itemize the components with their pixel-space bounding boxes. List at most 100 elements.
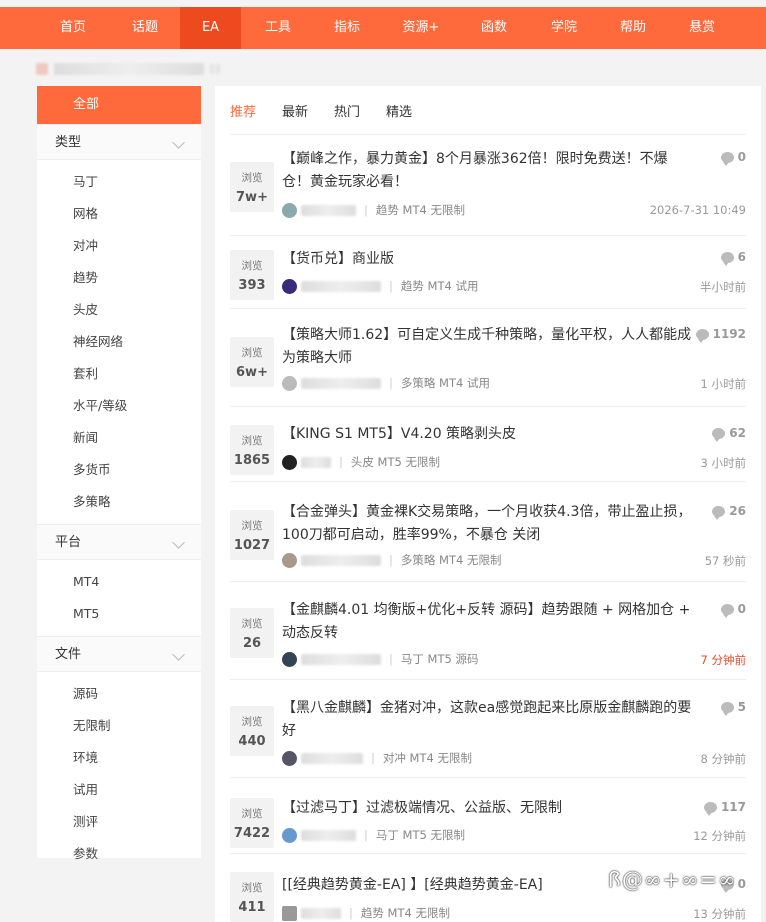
comment-count: 1192 <box>695 327 746 343</box>
username-blurred <box>301 653 381 665</box>
nav-help[interactable]: 帮助 <box>601 7 665 49</box>
tab-hot[interactable]: 热门 <box>334 101 360 120</box>
comment-count-value: 0 <box>737 877 746 891</box>
nav-academy[interactable]: 学院 <box>532 7 596 49</box>
username-blurred <box>301 752 363 764</box>
view-count: 7w+ <box>236 190 268 205</box>
post-item[interactable]: 浏览 440 【黑八金麒麟】金猪对冲，这款ea感觉跑起来比原版金麒麟跑的要好 5… <box>230 680 746 778</box>
view-count: 440 <box>238 734 266 749</box>
comment-count: 0 <box>720 150 746 166</box>
avatar[interactable] <box>282 750 297 766</box>
nav-resources[interactable]: 资源+ <box>384 7 458 49</box>
post-meta: | 头皮 MT5 无限制 <box>282 454 440 470</box>
nav-indicators[interactable]: 指标 <box>315 7 379 49</box>
avatar[interactable] <box>282 827 297 843</box>
meta-divider: | <box>389 553 393 567</box>
post-title[interactable]: 【KING S1 MT5】V4.20 策略剥头皮 <box>282 423 692 446</box>
sidebar-item[interactable]: 源码 <box>37 678 201 710</box>
sidebar-item[interactable]: 头皮 <box>37 294 201 326</box>
avatar[interactable] <box>282 905 297 921</box>
sidebar-item[interactable]: 趋势 <box>37 262 201 294</box>
views-label: 浏览 <box>241 260 263 272</box>
post-item[interactable]: 浏览 1865 【KING S1 MT5】V4.20 策略剥头皮 62 | 头皮… <box>230 407 746 482</box>
post-item[interactable]: 浏览 393 【货币兑】商业版 6 | 趋势 MT4 试用 半小时前 <box>230 236 746 309</box>
watermark-text: ꟗ@∞+∞=∞ <box>608 868 737 892</box>
sidebar-item[interactable]: 测评 <box>37 806 201 838</box>
post-title[interactable]: 【巅峰之作，暴力黄金】8个月暴涨362倍！限时免费送！不爆仓！黄金玩家必看！ <box>282 148 692 194</box>
post-item[interactable]: 浏览 26 【金麒麟4.01 均衡版+优化+反转 源码】趋势跟随 + 网格加仓 … <box>230 582 746 680</box>
post-title[interactable]: 【合金弹头】黄金裸K交易策略，一个月收获4.3倍，带止盈止损，100刀都可启动，… <box>282 501 692 547</box>
tab-featured[interactable]: 精选 <box>386 101 412 120</box>
views-label: 浏览 <box>241 882 263 894</box>
post-meta: | 趋势 MT4 试用 <box>282 278 478 294</box>
post-time: 1 小时前 <box>700 377 746 391</box>
breadcrumb-icon <box>36 63 48 75</box>
sidebar-item[interactable]: 多策略 <box>37 486 201 518</box>
sidebar-item[interactable]: MT5 <box>37 598 201 630</box>
post-title[interactable]: 【货币兑】商业版 <box>282 248 692 271</box>
sidebar-item[interactable]: 试用 <box>37 774 201 806</box>
comment-count: 117 <box>703 800 746 816</box>
avatar[interactable] <box>282 454 297 470</box>
post-title[interactable]: 【金麒麟4.01 均衡版+优化+反转 源码】趋势跟随 + 网格加仓 + 动态反转 <box>282 599 692 645</box>
post-title[interactable]: 【策略大师1.62】可自定义生成千种策略，量化平权，人人都能成为策略大师 <box>282 324 692 370</box>
comment-count-value: 5 <box>737 700 746 714</box>
post-title[interactable]: 【黑八金麒麟】金猪对冲，这款ea感觉跑起来比原版金麒麟跑的要好 <box>282 697 692 743</box>
avatar[interactable] <box>282 202 297 218</box>
nav-functions[interactable]: 函数 <box>462 7 526 49</box>
sidebar-item[interactable]: 套利 <box>37 358 201 390</box>
sidebar-group-files[interactable]: 文件 <box>37 636 201 672</box>
sort-tabs: 推荐 最新 热门 精选 <box>230 86 746 135</box>
post-item[interactable]: 浏览 7422 【过滤马丁】过滤极端情况、公益版、无限制 117 | 马丁 MT… <box>230 778 746 854</box>
post-item[interactable]: 浏览 1027 【合金弹头】黄金裸K交易策略，一个月收获4.3倍，带止盈止损，1… <box>230 482 746 582</box>
nav-home[interactable]: 首页 <box>41 7 105 49</box>
avatar[interactable] <box>282 375 297 391</box>
chevron-down-icon <box>172 648 185 661</box>
sidebar-item[interactable]: 环境 <box>37 742 201 774</box>
views-label: 浏览 <box>241 808 263 820</box>
post-item[interactable]: 浏览 7w+ 【巅峰之作，暴力黄金】8个月暴涨362倍！限时免费送！不爆仓！黄金… <box>230 148 746 236</box>
sidebar-item[interactable]: 网格 <box>37 198 201 230</box>
post-tags: 趋势 MT4 试用 <box>400 279 479 293</box>
view-count-box: 浏览 26 <box>230 608 274 658</box>
post-title[interactable]: 【过滤马丁】过滤极端情况、公益版、无限制 <box>282 797 692 820</box>
view-count: 393 <box>238 278 266 293</box>
sidebar-item[interactable]: 神经网络 <box>37 326 201 358</box>
sidebar-item[interactable]: MT4 <box>37 566 201 598</box>
avatar[interactable] <box>282 552 297 568</box>
comment-count: 6 <box>720 250 746 266</box>
comment-bubble-icon <box>720 151 734 166</box>
nav-tools[interactable]: 工具 <box>246 7 310 49</box>
sidebar-group-platform[interactable]: 平台 <box>37 524 201 560</box>
tab-latest[interactable]: 最新 <box>282 101 308 120</box>
view-count: 411 <box>238 900 266 915</box>
nav-ea[interactable]: EA <box>180 7 241 49</box>
nav-bounty[interactable]: 悬赏 <box>670 7 734 49</box>
post-item[interactable]: 浏览 6w+ 【策略大师1.62】可自定义生成千种策略，量化平权，人人都能成为策… <box>230 309 746 407</box>
nav-topics[interactable]: 话题 <box>113 7 177 49</box>
post-time: 7 分钟前 <box>700 653 746 667</box>
sidebar-group-type[interactable]: 类型 <box>37 124 201 160</box>
sidebar-item[interactable]: 无限制 <box>37 710 201 742</box>
view-count-box: 浏览 7w+ <box>230 162 274 212</box>
avatar[interactable] <box>282 278 297 294</box>
tab-recommended[interactable]: 推荐 <box>230 101 256 120</box>
view-count-box: 浏览 7422 <box>230 798 274 848</box>
sidebar-item[interactable]: 马丁 <box>37 166 201 198</box>
comment-bubble-icon <box>720 251 734 266</box>
chevron-down-icon <box>172 536 185 549</box>
sidebar-item[interactable]: 新闻 <box>37 422 201 454</box>
avatar[interactable] <box>282 651 297 667</box>
view-count-box: 浏览 393 <box>230 250 274 300</box>
sidebar-item[interactable]: 多货币 <box>37 454 201 486</box>
sidebar-item[interactable]: 参数 <box>37 838 201 870</box>
sidebar-item[interactable]: 对冲 <box>37 230 201 262</box>
post-meta: | 趋势 MT4 无限制 <box>282 202 465 218</box>
sidebar-item-all[interactable]: 全部 <box>37 86 201 124</box>
post-tags: 多策略 MT4 试用 <box>400 376 490 390</box>
comment-count-value: 26 <box>729 504 746 518</box>
breadcrumb <box>36 62 220 76</box>
comment-count: 26 <box>712 504 746 520</box>
post-time: 3 小时前 <box>700 456 746 470</box>
sidebar-item[interactable]: 水平/等级 <box>37 390 201 422</box>
